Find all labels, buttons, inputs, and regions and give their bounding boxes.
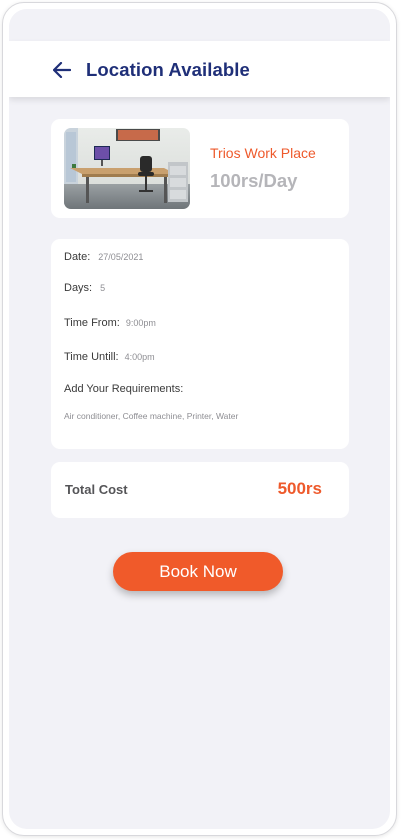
total-cost-label: Total Cost	[65, 482, 128, 497]
place-image	[64, 128, 190, 209]
booking-details-card: Date: 27/05/2021 Days: 5 Time From: 9:00…	[51, 239, 349, 449]
page-title: Location Available	[86, 59, 250, 80]
time-until-label: Time Untill:	[64, 351, 119, 363]
place-card[interactable]: Trios Work Place 100rs/Day	[51, 119, 349, 218]
time-from-value: 9:00pm	[125, 318, 156, 328]
requirements-value[interactable]: Air conditioner, Coffee machine, Printer…	[64, 411, 238, 421]
date-label: Date:	[64, 251, 91, 263]
back-arrow-icon[interactable]	[53, 62, 71, 78]
screen: Location Available Trios Work Place 100r…	[9, 9, 390, 829]
time-until-row: Time Untill: 4:00pm	[64, 351, 155, 363]
app-header: Location Available	[9, 41, 390, 97]
time-from-row: Time From: 9:00pm	[64, 317, 156, 329]
total-cost-value: 500rs	[277, 479, 322, 498]
place-price: 100rs/Day	[210, 170, 298, 191]
date-value: 27/05/2021	[98, 252, 144, 262]
status-bar-area	[9, 9, 390, 41]
requirements-label: Add Your Requirements:	[64, 383, 184, 395]
total-cost-card: Total Cost 500rs	[51, 462, 349, 518]
book-now-button[interactable]: Book Now	[113, 552, 283, 591]
date-row: Date: 27/05/2021	[64, 251, 143, 263]
days-value: 5	[100, 283, 106, 293]
place-name: Trios Work Place	[210, 145, 316, 161]
days-label: Days:	[64, 282, 93, 294]
time-until-value: 4:00pm	[124, 352, 155, 362]
phone-frame: Location Available Trios Work Place 100r…	[2, 2, 397, 836]
days-row: Days: 5	[64, 282, 105, 294]
time-from-label: Time From:	[64, 317, 120, 329]
